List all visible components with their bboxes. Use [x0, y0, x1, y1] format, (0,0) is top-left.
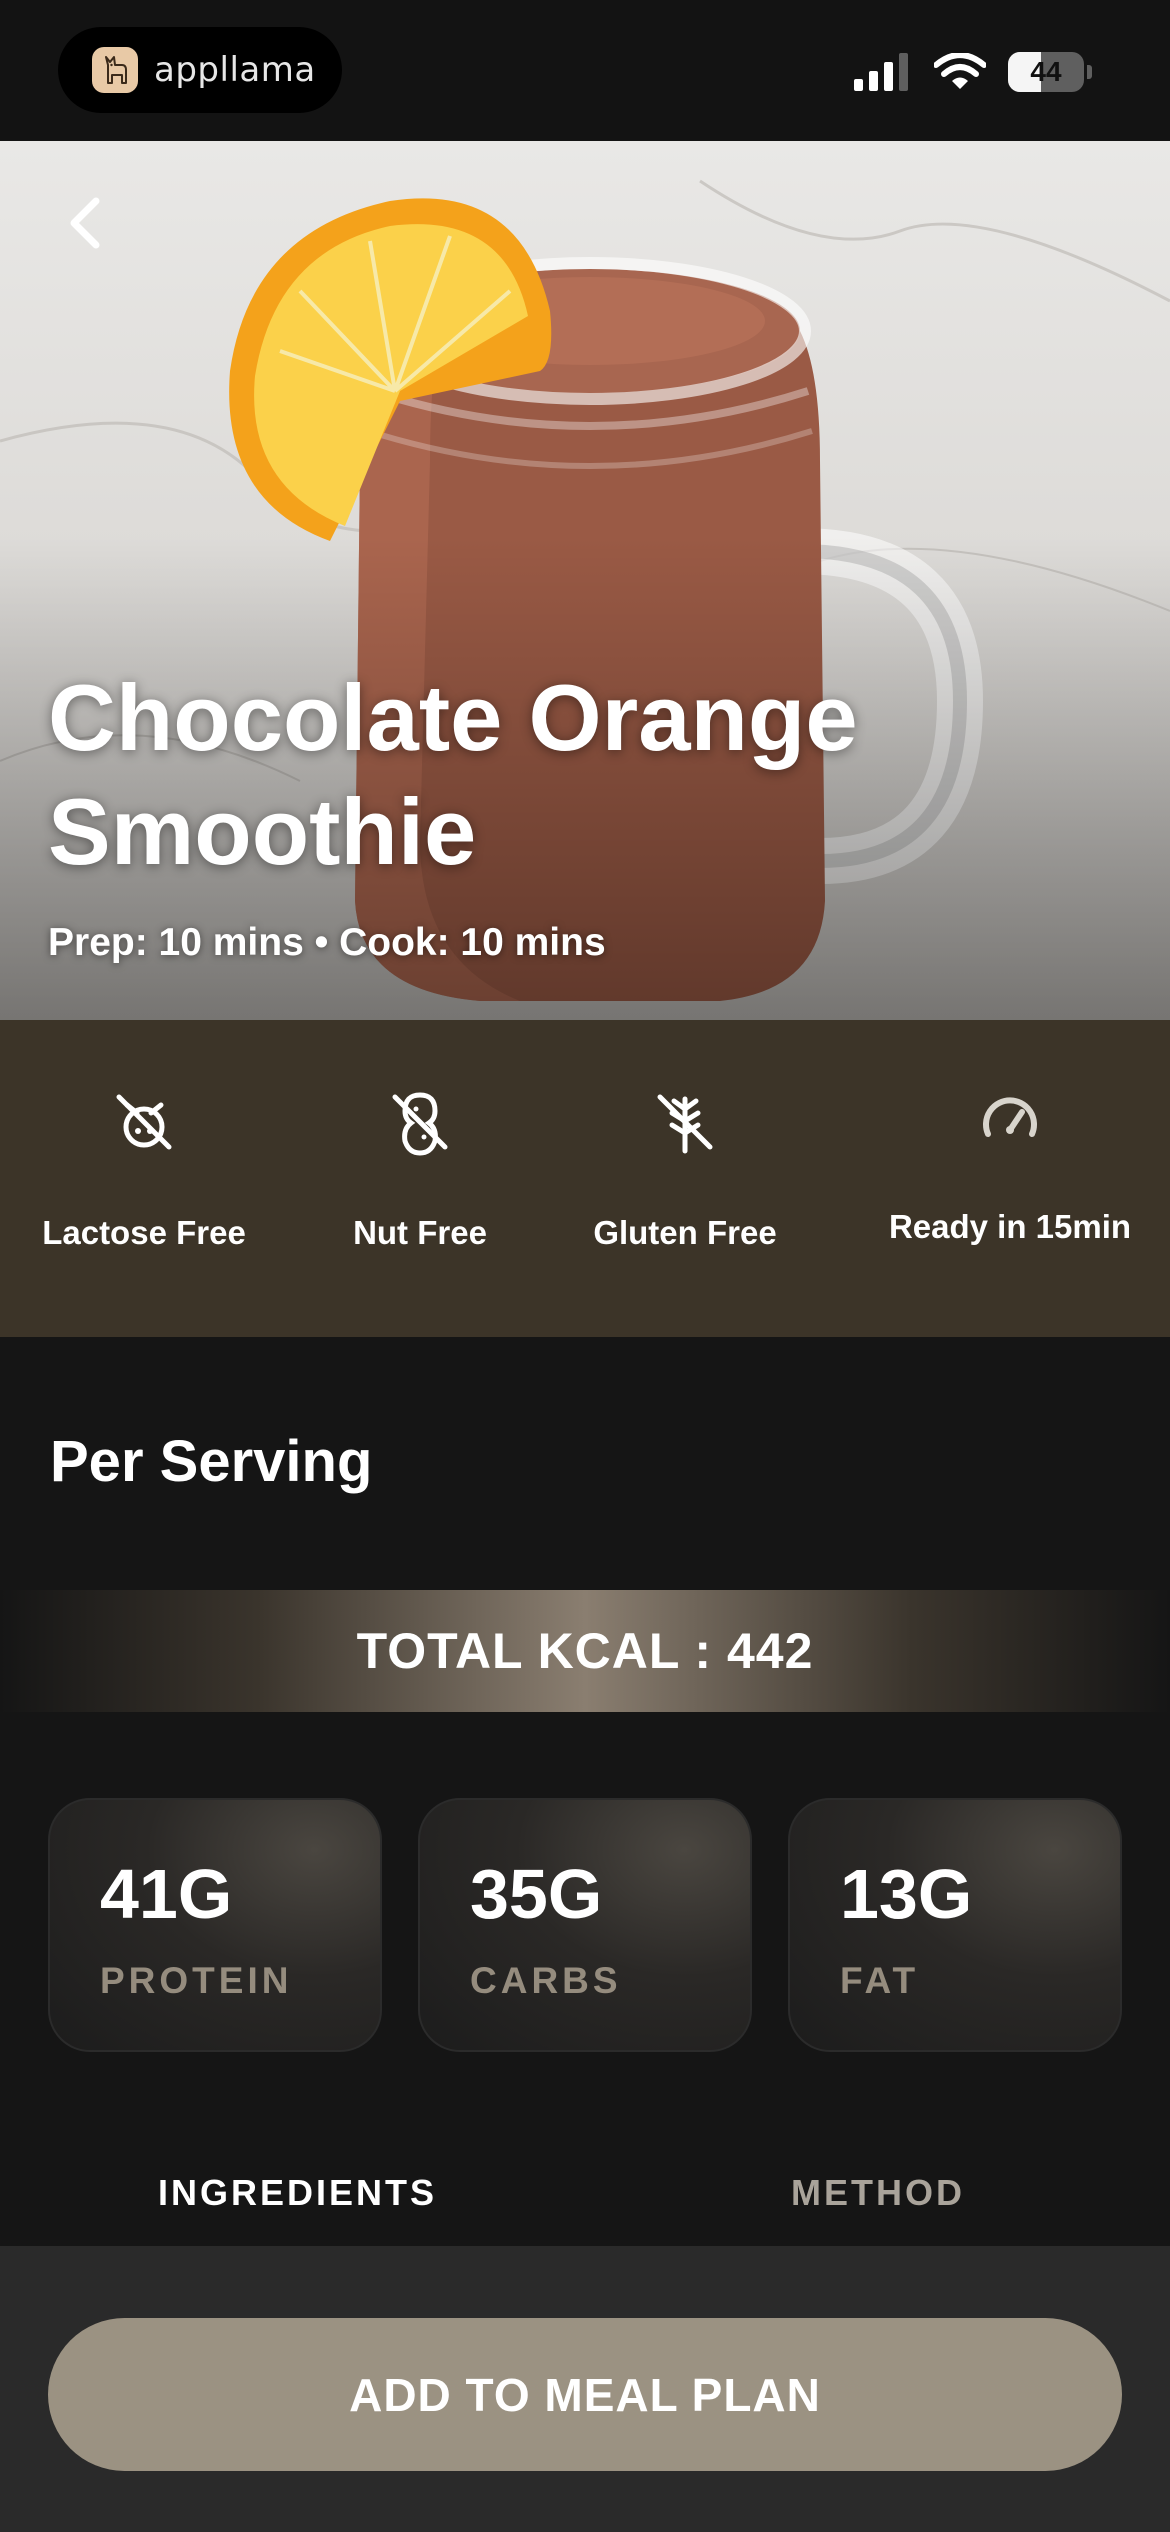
app-pill[interactable]: appllama	[58, 27, 342, 113]
tag-lactose-free: Lactose Free	[24, 1020, 264, 1337]
macro-value: 41G	[100, 1855, 233, 1933]
macro-label: FAT	[840, 1960, 920, 2001]
tag-label: Lactose Free	[42, 1214, 246, 1251]
no-milk-icon	[104, 1082, 184, 1162]
chevron-left-icon	[70, 197, 100, 249]
tag-label: Gluten Free	[593, 1214, 777, 1251]
llama-logo-icon	[92, 47, 138, 93]
macro-label: CARBS	[470, 1960, 622, 2001]
recipe-title: Chocolate Orange Smoothie	[48, 665, 858, 884]
add-to-meal-plan-button[interactable]: ADD TO MEAL PLAN	[48, 2318, 1122, 2471]
status-bar: appllama 44	[0, 0, 1170, 141]
back-button[interactable]	[52, 191, 116, 255]
macro-value: 13G	[840, 1855, 973, 1933]
wifi-icon	[934, 53, 986, 89]
tab-ingredients[interactable]: INGREDIENTS	[158, 2172, 437, 2214]
tag-gluten-free: Gluten Free	[575, 1020, 795, 1337]
no-nut-icon	[380, 1082, 460, 1162]
total-kcal: TOTAL KCAL : 442	[356, 1623, 814, 1679]
macro-value: 35G	[470, 1855, 603, 1933]
macro-card-carbs: 35G CARBS	[418, 1798, 752, 2052]
macro-card-fat: 13G FAT	[788, 1798, 1122, 2052]
tag-ready-time: Ready in 15min	[865, 1020, 1155, 1337]
dietary-tags: Lactose Free Nut Free Gluten Free Ready …	[0, 1020, 1170, 1337]
hero-image: Chocolate Orange Smoothie Prep: 10 mins …	[0, 141, 1170, 1020]
add-to-meal-plan-label: ADD TO MEAL PLAN	[349, 2368, 821, 2421]
battery-level: 44	[1030, 56, 1062, 87]
no-wheat-icon	[645, 1082, 725, 1162]
tag-nut-free: Nut Free	[310, 1020, 530, 1337]
battery-icon: 44	[1008, 52, 1084, 92]
macro-label: PROTEIN	[100, 1960, 293, 2001]
cellular-signal-icon	[854, 53, 908, 91]
tag-label: Nut Free	[353, 1214, 487, 1251]
app-name: appllama	[154, 50, 316, 90]
per-serving-heading: Per Serving	[50, 1429, 373, 1494]
bottom-action-bar: ADD TO MEAL PLAN	[0, 2246, 1170, 2532]
speedometer-icon	[970, 1082, 1050, 1162]
status-icons: 44	[854, 52, 1092, 92]
total-kcal-bar: TOTAL KCAL : 442	[0, 1590, 1170, 1712]
tab-method[interactable]: METHOD	[791, 2172, 965, 2214]
prep-cook-time: Prep: 10 mins • Cook: 10 mins	[48, 921, 606, 964]
macro-card-protein: 41G PROTEIN	[48, 1798, 382, 2052]
tag-label: Ready in 15min	[888, 1208, 1132, 1245]
